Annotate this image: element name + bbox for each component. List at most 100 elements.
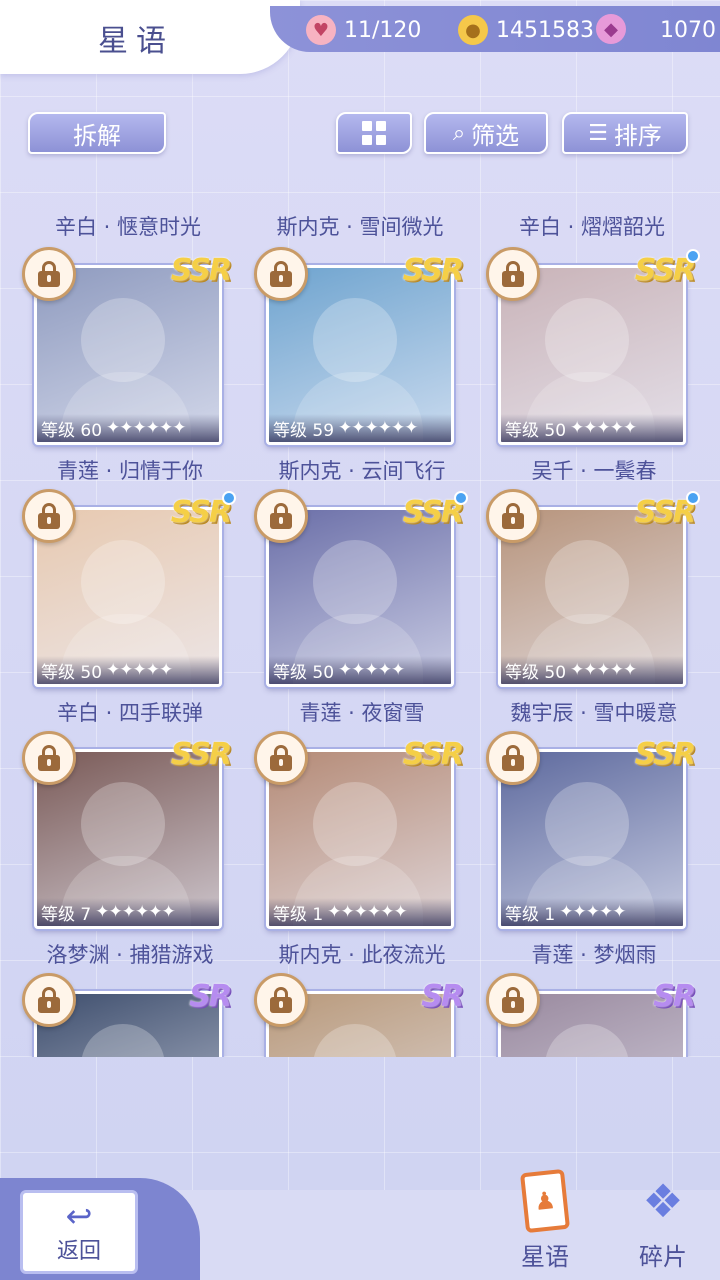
lock-icon bbox=[270, 503, 292, 529]
new-indicator bbox=[222, 491, 236, 505]
level-bar: 等级 50 ✦✦✦✦✦ bbox=[501, 414, 683, 442]
lock-button[interactable] bbox=[22, 489, 76, 543]
grid-view-button[interactable] bbox=[336, 112, 412, 154]
lock-button[interactable] bbox=[486, 973, 540, 1027]
puzzle-pieces-icon: ❖ bbox=[642, 1173, 684, 1228]
lock-button[interactable] bbox=[254, 489, 308, 543]
card-name: 斯内克 · 云间飞行 bbox=[278, 459, 446, 483]
lock-button[interactable] bbox=[486, 247, 540, 301]
card-item[interactable]: 等级 60 ✦✦✦✦✦✦ SSR 青莲 · 归情于你 bbox=[22, 247, 232, 483]
filter-label: 筛选 bbox=[471, 121, 520, 150]
card-name: 辛白 · 熠熠韶光 bbox=[518, 215, 666, 239]
dismantle-button[interactable]: 拆解 bbox=[28, 112, 166, 154]
diamond-value: 1070 bbox=[660, 17, 716, 43]
level-bar: 等级 59 ✦✦✦✦✦✦ bbox=[269, 414, 451, 442]
card-item[interactable]: SR bbox=[254, 973, 464, 1057]
return-arrow-icon: ↩ bbox=[65, 1197, 93, 1235]
card-level: 等级 7 bbox=[41, 904, 92, 925]
sort-label: 排序 bbox=[613, 121, 662, 150]
tab-cards-label: 星语 bbox=[521, 1243, 569, 1271]
card-item[interactable]: 等级 59 ✦✦✦✦✦✦ SSR 斯内克 · 云间飞行 bbox=[254, 247, 464, 483]
new-indicator bbox=[686, 249, 700, 263]
back-label: 返回 bbox=[56, 1239, 101, 1264]
card-item[interactable]: 等级 50 ✦✦✦✦✦ SSR 吴千 · 一鬓春 bbox=[486, 247, 700, 483]
rarity-badge: SR bbox=[653, 979, 696, 1014]
lock-button[interactable] bbox=[254, 247, 308, 301]
star-rating: ✦✦✦✦✦✦ bbox=[338, 418, 418, 438]
star-rating: ✦✦✦✦✦ bbox=[106, 660, 173, 680]
card-name: 青莲 · 梦烟雨 bbox=[531, 943, 657, 967]
lock-button[interactable] bbox=[22, 247, 76, 301]
card-item[interactable]: 等级 50 ✦✦✦✦✦ SSR 辛白 · 四手联弹 bbox=[22, 489, 236, 725]
stamina-counter[interactable]: ♥ 11/120 bbox=[306, 14, 421, 46]
lock-button[interactable] bbox=[254, 973, 308, 1027]
lock-icon bbox=[502, 745, 524, 771]
rarity-badge: SSR bbox=[634, 495, 696, 530]
sort-icon: ☰ bbox=[588, 120, 608, 146]
card-icon: ♟ bbox=[519, 1168, 571, 1233]
star-rating: ✦✦✦✦✦✦ bbox=[95, 902, 175, 922]
level-bar: 等级 1 ✦✦✦✦✦ bbox=[501, 898, 683, 926]
filter-button[interactable]: ⌕ 筛选 bbox=[424, 112, 548, 154]
new-indicator bbox=[686, 491, 700, 505]
lock-icon bbox=[38, 261, 60, 287]
card-item[interactable]: 等级 1 ✦✦✦✦✦✦ SSR 斯内克 · 此夜流光 bbox=[254, 731, 464, 967]
card-level: 等级 60 bbox=[41, 420, 103, 441]
level-bar: 等级 50 ✦✦✦✦✦ bbox=[37, 656, 219, 684]
card-item[interactable]: SR bbox=[22, 973, 232, 1057]
card-item[interactable]: 等级 7 ✦✦✦✦✦✦ SSR 洛梦渊 · 捕猎游戏 bbox=[22, 731, 232, 967]
lock-button[interactable] bbox=[486, 731, 540, 785]
diamond-counter[interactable]: ◆ 1070 bbox=[596, 14, 716, 46]
rarity-badge: SSR bbox=[402, 495, 464, 530]
star-rating: ✦✦✦✦✦✦ bbox=[327, 902, 407, 922]
lock-icon bbox=[502, 987, 524, 1013]
star-rating: ✦✦✦✦✦ bbox=[338, 660, 405, 680]
star-rating: ✦✦✦✦✦ bbox=[570, 418, 637, 438]
lock-icon bbox=[502, 261, 524, 287]
rarity-badge: SR bbox=[189, 979, 232, 1014]
card-level: 等级 50 bbox=[505, 420, 567, 441]
cupcake-icon: ♥ bbox=[306, 15, 336, 45]
gold-counter: ● 1451583 bbox=[458, 14, 594, 46]
card-name: 洛梦渊 · 捕猎游戏 bbox=[46, 943, 214, 967]
card-name: 青莲 · 夜窗雪 bbox=[299, 701, 425, 725]
lock-icon bbox=[38, 987, 60, 1013]
dismantle-label: 拆解 bbox=[73, 121, 121, 150]
rarity-badge: SSR bbox=[634, 737, 696, 772]
card-level: 等级 1 bbox=[505, 904, 556, 925]
card-level: 等级 50 bbox=[505, 662, 567, 683]
card-level: 等级 50 bbox=[41, 662, 103, 683]
tab-fragments-label: 碎片 bbox=[639, 1243, 687, 1271]
coin-icon: ● bbox=[458, 15, 488, 45]
level-bar: 等级 60 ✦✦✦✦✦✦ bbox=[37, 414, 219, 442]
gold-value: 1451583 bbox=[496, 17, 594, 43]
card-item[interactable]: 等级 50 ✦✦✦✦✦ SSR 魏宇辰 · 雪中暖意 bbox=[486, 489, 700, 725]
level-bar: 等级 50 ✦✦✦✦✦ bbox=[269, 656, 451, 684]
tab-fragments[interactable]: ❖ 碎片 bbox=[618, 1168, 708, 1272]
new-indicator bbox=[454, 491, 468, 505]
rarity-badge: SR bbox=[421, 979, 464, 1014]
resource-bar: ♥ 11/120 ● 1451583 ◆ 1070 bbox=[270, 6, 720, 52]
tab-cards[interactable]: ♟ 星语 bbox=[500, 1168, 590, 1272]
diamond-icon: ◆ bbox=[596, 14, 626, 44]
card-item[interactable]: 等级 50 ✦✦✦✦✦ SSR 青莲 · 夜窗雪 bbox=[254, 489, 468, 725]
back-button[interactable]: ↩ 返回 bbox=[20, 1190, 138, 1274]
page-title: 星语 bbox=[98, 24, 174, 59]
lock-button[interactable] bbox=[486, 489, 540, 543]
grid-icon bbox=[362, 121, 386, 145]
card-grid[interactable]: 辛白 · 惬意时光 斯内克 · 雪间微光 辛白 · 熠熠韶光 等级 60 ✦✦✦… bbox=[0, 205, 720, 1057]
lock-button[interactable] bbox=[22, 973, 76, 1027]
lock-button[interactable] bbox=[22, 731, 76, 785]
rarity-badge: SSR bbox=[170, 737, 232, 772]
card-name: 斯内克 · 雪间微光 bbox=[276, 215, 444, 239]
rarity-badge: SSR bbox=[402, 737, 464, 772]
card-level: 等级 59 bbox=[273, 420, 335, 441]
level-bar: 等级 1 ✦✦✦✦✦✦ bbox=[269, 898, 451, 926]
card-item[interactable]: SR bbox=[486, 973, 696, 1057]
lock-button[interactable] bbox=[254, 731, 308, 785]
card-item[interactable]: 等级 1 ✦✦✦✦✦ SSR 青莲 · 梦烟雨 bbox=[486, 731, 696, 967]
sort-button[interactable]: ☰ 排序 bbox=[562, 112, 688, 154]
filter-icon: ⌕ bbox=[452, 120, 466, 146]
card-level: 等级 1 bbox=[273, 904, 324, 925]
lock-icon bbox=[270, 987, 292, 1013]
